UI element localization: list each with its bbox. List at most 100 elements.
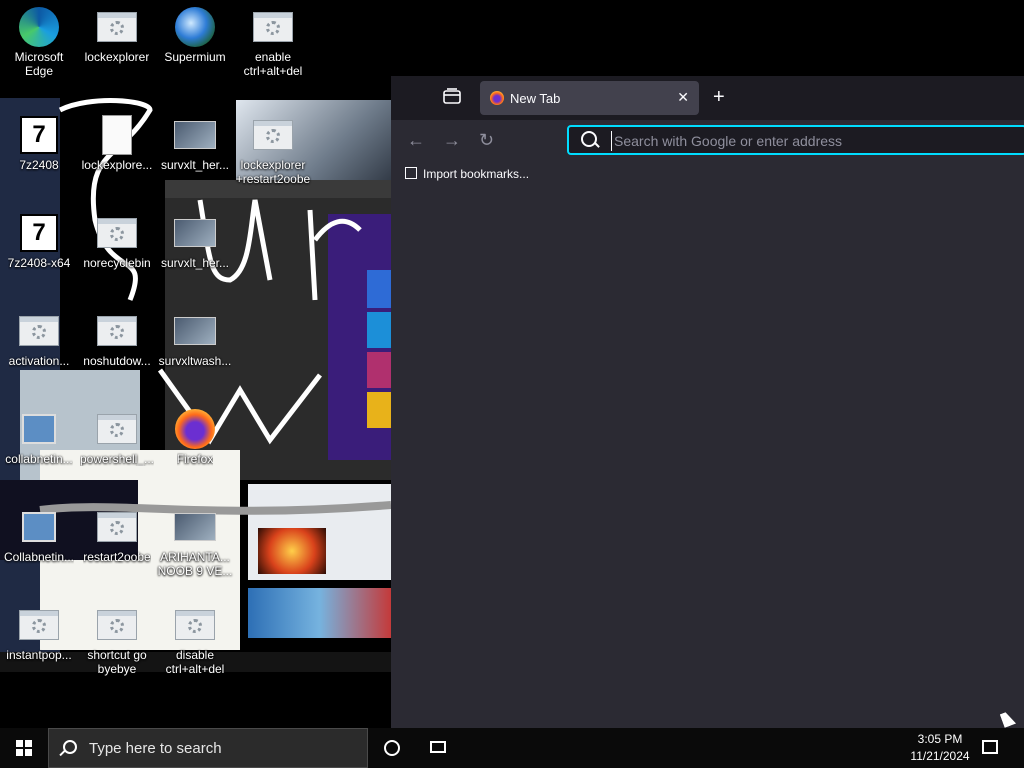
new-tab-button[interactable]: +: [713, 86, 725, 109]
import-bookmarks-label: Import bookmarks...: [423, 167, 530, 181]
desktop-icon-arihanta[interactable]: ARIHANTA... NOOB 9 VE...: [156, 506, 234, 578]
clock-time: 3:05 PM: [917, 732, 963, 746]
desktop-icon-norecyclebin[interactable]: norecyclebin: [78, 212, 156, 270]
search-icon: [581, 131, 597, 147]
tab-list-icon[interactable]: [443, 88, 461, 109]
computer-icon: [18, 506, 60, 548]
desktop-icon-microsoft-edge[interactable]: Microsoft Edge: [0, 6, 78, 78]
firefox-window: New Tab ✕ + ← → ↻ Import bookmarks...: [391, 76, 1024, 728]
desktop-icon-label: norecyclebin: [83, 256, 151, 270]
wallpaper-game-image: [248, 588, 391, 638]
settings-file-icon: [252, 6, 294, 48]
settings-file-icon: [252, 114, 294, 156]
desktop-icon-label: Supermium: [164, 50, 226, 64]
desktop-icon-label: enable ctrl+alt+del: [243, 50, 303, 78]
firefox-icon: [174, 408, 216, 450]
tab-title: New Tab: [510, 91, 561, 106]
desktop-icon-label: 7z2408: [19, 158, 59, 172]
desktop-icon-label: restart2oobe: [83, 550, 151, 564]
desktop-icon-label: collabnetin...: [5, 452, 73, 466]
desktop-icon-noshutdown[interactable]: noshutdow...: [78, 310, 156, 368]
sevenzip-icon: 7: [18, 114, 60, 156]
bookmarks-toolbar: Import bookmarks...: [391, 162, 1024, 189]
address-input[interactable]: [611, 131, 1016, 151]
back-button[interactable]: ←: [407, 130, 425, 151]
computer-icon: [18, 408, 60, 450]
thumbnail-icon: [174, 114, 216, 156]
close-tab-icon[interactable]: ✕: [677, 89, 689, 106]
desktop-icon-survxltwash[interactable]: survxltwash...: [156, 310, 234, 368]
sevenzip-icon: 7: [18, 212, 60, 254]
import-bookmarks-button[interactable]: Import bookmarks...: [405, 167, 529, 181]
windows-logo-icon: [16, 740, 32, 756]
desktop-icon-activation[interactable]: activation...: [0, 310, 78, 368]
taskbar-clock[interactable]: 3:05 PM 11/21/2024: [898, 731, 982, 765]
taskbar-search-box[interactable]: Type here to search: [48, 728, 368, 768]
desktop-icon-disable-ctrl-alt-del[interactable]: disable ctrl+alt+del: [156, 604, 234, 676]
firefox-icon: [490, 91, 504, 105]
document-icon: [96, 114, 138, 156]
reload-button[interactable]: ↻: [479, 130, 494, 151]
thumbnail-icon: [174, 506, 216, 548]
desktop-icon-collabnetin-2[interactable]: Collabnetin...: [0, 506, 78, 564]
desktop-icon-label: lockexplorer: [84, 50, 150, 64]
settings-file-icon: [18, 310, 60, 352]
settings-file-icon: [18, 604, 60, 646]
clock-date: 11/21/2024: [910, 749, 970, 763]
desktop-icon-label: activation...: [8, 354, 70, 368]
desktop-icon-label: Collabnetin...: [3, 550, 75, 564]
desktop-icon-7z2408-x64[interactable]: 7 7z2408-x64: [0, 212, 78, 270]
settings-file-icon: [96, 408, 138, 450]
wallpaper-explosion-image: [258, 528, 326, 574]
desktop-icon-enable-ctrl-alt-del[interactable]: enable ctrl+alt+del: [234, 6, 312, 78]
desktop-icon-label: lockexplorer +restart2oobe: [235, 158, 311, 186]
desktop-icon-label: survxlt_her...: [160, 256, 230, 270]
taskbar-search-placeholder: Type here to search: [89, 740, 222, 757]
desktop-icon-shortcut-go-byebye[interactable]: shortcut go byebye: [78, 604, 156, 676]
supermium-icon: [174, 6, 216, 48]
desktop-icon-collabnetin[interactable]: collabnetin...: [0, 408, 78, 466]
desktop-icon-label: shortcut go byebye: [87, 648, 147, 676]
desktop-icon-label: survxlt_her...: [160, 158, 230, 172]
import-icon: [405, 167, 417, 179]
tab-bar: New Tab ✕ +: [391, 76, 1024, 120]
settings-file-icon: [96, 506, 138, 548]
forward-button[interactable]: →: [443, 130, 461, 151]
desktop-icon-7z2408[interactable]: 7 7z2408: [0, 114, 78, 172]
desktop-icon-lockexplorer[interactable]: lockexplorer: [78, 6, 156, 64]
desktop-icon-lockexplorer-restart2oobe[interactable]: lockexplorer +restart2oobe: [234, 114, 312, 186]
desktop-icon-supermium[interactable]: Supermium: [156, 6, 234, 64]
tab-new-tab[interactable]: New Tab ✕: [480, 81, 699, 115]
wallpaper-tile: [367, 352, 391, 388]
edge-icon: [18, 6, 60, 48]
desktop-icon-lockexplore-doc[interactable]: lockexplore...: [78, 114, 156, 172]
address-bar: [567, 125, 1024, 155]
desktop-icon-label: Firefox: [176, 452, 214, 466]
desktop-icon-restart2oobe[interactable]: restart2oobe: [78, 506, 156, 564]
desktop-icon-label: noshutdow...: [83, 354, 151, 368]
start-button[interactable]: [0, 728, 48, 768]
settings-file-icon: [174, 604, 216, 646]
desktop-icon-label: powershell_...: [79, 452, 155, 466]
desktop-icon-instantpop[interactable]: instantpop...: [0, 604, 78, 662]
new-tab-content: [391, 188, 1024, 728]
wallpaper-tile: [367, 270, 391, 308]
thumbnail-icon: [174, 310, 216, 352]
desktop-icon-label: instantpop...: [6, 648, 72, 662]
desktop-icon-survxlt-her-1[interactable]: survxlt_her...: [156, 114, 234, 172]
desktop-icon-survxlt-her-2[interactable]: survxlt_her...: [156, 212, 234, 270]
thumbnail-icon: [174, 212, 216, 254]
desktop-icon-powershell[interactable]: powershell_...: [78, 408, 156, 466]
notification-center-icon[interactable]: [982, 740, 998, 754]
desktop-icon-label: ARIHANTA... NOOB 9 VE...: [157, 550, 233, 578]
navigation-bar: ← → ↻: [391, 120, 1024, 162]
task-view-icon[interactable]: [430, 741, 446, 753]
desktop-icon-firefox[interactable]: Firefox: [156, 408, 234, 466]
desktop-icon-label: lockexplore...: [81, 158, 153, 172]
desktop-icon-label: survxltwash...: [158, 354, 232, 368]
wallpaper-tile: [367, 312, 391, 348]
settings-file-icon: [96, 604, 138, 646]
settings-file-icon: [96, 310, 138, 352]
search-icon: [63, 740, 77, 754]
cortana-icon[interactable]: [384, 740, 400, 756]
